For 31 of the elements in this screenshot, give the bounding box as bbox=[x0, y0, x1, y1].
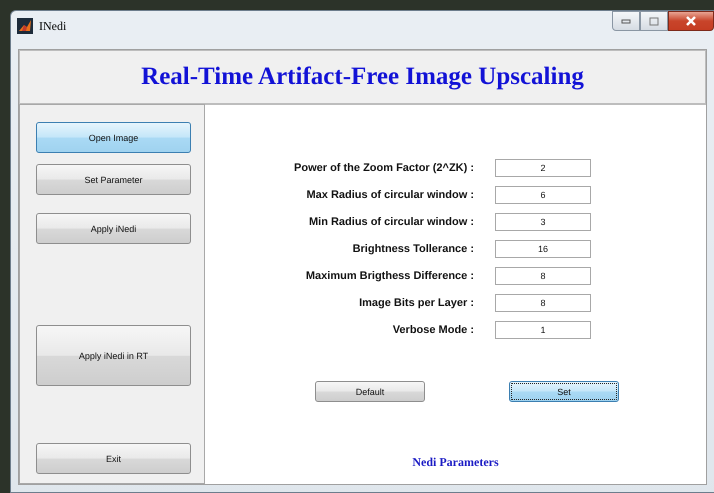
parameter-label: Maximum Brigthess Difference : bbox=[306, 270, 474, 282]
parameter-label: Brightness Tollerance : bbox=[352, 243, 474, 255]
action-button[interactable]: Default bbox=[315, 381, 425, 402]
sidebar-button[interactable]: Open Image bbox=[36, 122, 191, 153]
close-icon bbox=[685, 16, 697, 26]
parameter-label: Image Bits per Layer : bbox=[359, 297, 474, 309]
minimize-button[interactable] bbox=[612, 11, 640, 31]
input-field[interactable]: 8 bbox=[495, 267, 591, 285]
app-icon bbox=[17, 18, 33, 34]
input-field[interactable]: 16 bbox=[495, 240, 591, 258]
input-field[interactable]: 8 bbox=[495, 294, 591, 312]
action-button[interactable]: Set bbox=[509, 381, 619, 402]
input-field[interactable]: 3 bbox=[495, 213, 591, 231]
app-title: Real-Time Artifact-Free Image Upscaling bbox=[141, 63, 584, 91]
sidebar-button[interactable]: Exit bbox=[36, 443, 191, 474]
input-field[interactable]: 1 bbox=[495, 321, 591, 339]
sidebar-button[interactable]: Apply iNedi bbox=[36, 213, 191, 244]
close-button[interactable] bbox=[668, 11, 714, 31]
maximize-button[interactable] bbox=[640, 11, 668, 31]
parameter-label: Min Radius of circular window : bbox=[308, 216, 474, 228]
maximize-icon bbox=[649, 16, 659, 26]
sidebar-button[interactable]: Apply iNedi in RT bbox=[36, 325, 191, 386]
parameter-label: Power of the Zoom Factor (2^ZK) : bbox=[294, 162, 474, 174]
sidebar-button[interactable]: Set Parameter bbox=[36, 164, 191, 195]
minimize-icon bbox=[621, 18, 631, 24]
input-field[interactable]: 2 bbox=[495, 159, 591, 177]
panel-title: Nedi Parameters bbox=[412, 455, 499, 470]
window-title: INedi bbox=[39, 18, 66, 34]
parameter-label: Max Radius of circular window : bbox=[306, 189, 474, 201]
parameter-label: Verbose Mode : bbox=[392, 324, 474, 336]
input-field[interactable]: 6 bbox=[495, 186, 591, 204]
